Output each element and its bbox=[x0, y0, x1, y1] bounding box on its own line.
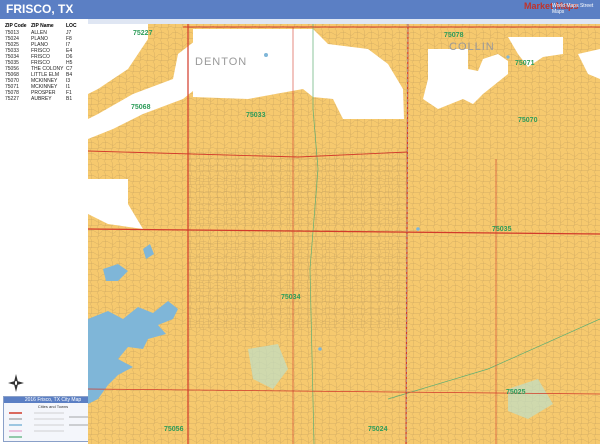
loc-cell: B1 bbox=[66, 96, 73, 102]
zip-label: 75034 bbox=[281, 294, 301, 301]
zip-index-row: 75227 AUBREY B1 bbox=[0, 96, 88, 102]
zip-label: 75227 bbox=[133, 30, 153, 37]
zip-label: 75068 bbox=[131, 104, 151, 111]
zip-label: 75071 bbox=[515, 60, 535, 67]
zip-label: 75078 bbox=[444, 32, 464, 39]
pond bbox=[416, 227, 420, 231]
title-bar: FRISCO, TX Market Maps World Maps Street… bbox=[0, 0, 600, 19]
zip-name-header: ZIP Name bbox=[31, 23, 54, 29]
zip-code-header: ZIP Code bbox=[5, 23, 27, 29]
county-label-denton: DENTON bbox=[195, 56, 248, 68]
street-map[interactable]: DENTON COLLIN 75227 75078 75071 75068 75… bbox=[88, 19, 600, 444]
map-top-strip bbox=[88, 19, 600, 24]
pond bbox=[264, 53, 268, 57]
publisher-logo: Market Maps World Maps Street Maps bbox=[524, 1, 594, 18]
zip-code-cell: 75227 bbox=[5, 96, 19, 102]
zip-label: 75025 bbox=[506, 389, 526, 396]
pond bbox=[506, 55, 510, 59]
map-title: FRISCO, TX bbox=[6, 2, 74, 16]
pond bbox=[318, 347, 322, 351]
north-arrow-icon bbox=[8, 374, 24, 392]
zip-label: 75056 bbox=[164, 426, 184, 433]
zip-label: 75024 bbox=[368, 426, 388, 433]
zip-label: 75035 bbox=[492, 226, 512, 233]
county-label-collin: COLLIN bbox=[449, 41, 495, 53]
zip-label: 75070 bbox=[518, 117, 538, 124]
loc-header: LOC bbox=[66, 23, 77, 29]
logo-subtitle: World Maps Street Maps bbox=[552, 3, 594, 15]
zip-name-cell: AUBREY bbox=[31, 96, 52, 102]
zip-label: 75033 bbox=[246, 112, 266, 119]
residential-streets-central bbox=[188, 149, 408, 329]
map-canvas bbox=[88, 19, 600, 444]
